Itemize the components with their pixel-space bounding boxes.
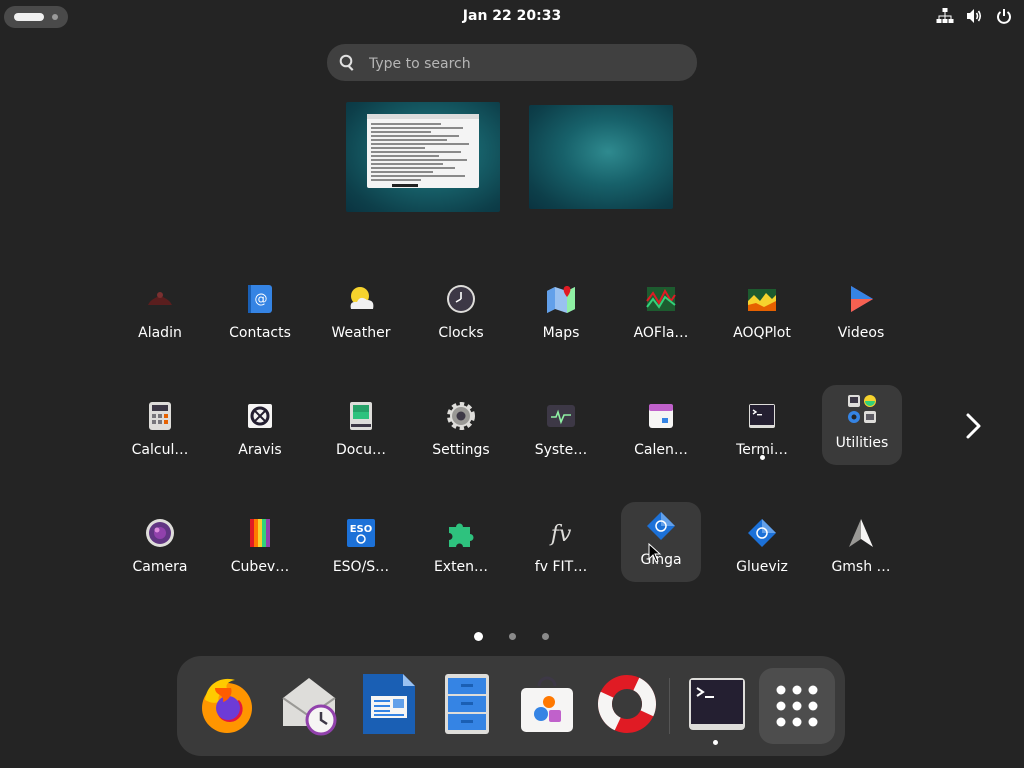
aoflagger-icon — [646, 287, 676, 311]
app-aladin[interactable]: Aladin — [120, 275, 200, 355]
cubeviz-icon — [250, 519, 270, 547]
gmsh-icon — [849, 519, 873, 547]
system-monitor-icon — [547, 405, 575, 427]
help-lifebuoy-icon[interactable] — [595, 672, 659, 736]
app-terminal[interactable]: Termi… — [722, 392, 802, 472]
page-dot-3[interactable] — [542, 633, 549, 640]
search-input[interactable] — [367, 44, 681, 83]
aoqplot-icon — [748, 289, 776, 311]
dock-separator — [669, 678, 670, 734]
calendar-icon — [649, 404, 673, 428]
app-ginga[interactable]: Ginga — [621, 502, 701, 582]
app-system-monitor[interactable]: Syste… — [521, 392, 601, 472]
app-videos[interactable]: Videos — [821, 275, 901, 355]
app-folder-utilities[interactable]: Utilities — [822, 385, 902, 465]
fv-icon: fv — [549, 522, 572, 547]
svg-text:@: @ — [255, 292, 268, 307]
network-icon[interactable] — [936, 7, 954, 25]
page-dot-1[interactable] — [474, 632, 483, 641]
workspace-thumbnail-2[interactable] — [529, 105, 673, 209]
app-calculator[interactable]: Calcul… — [120, 392, 200, 472]
app-cubeviz[interactable]: Cubev… — [220, 509, 300, 589]
aravis-icon — [248, 404, 272, 428]
software-icon[interactable] — [515, 672, 579, 736]
app-settings[interactable]: Settings — [421, 392, 501, 472]
camera-icon — [146, 519, 174, 547]
workspace-thumbnail-1[interactable] — [346, 102, 500, 212]
app-grid-icon — [776, 685, 818, 727]
app-aoflagger[interactable]: AOFla… — [621, 275, 701, 355]
aladin-icon — [148, 292, 172, 305]
volume-icon[interactable] — [966, 7, 984, 25]
contacts-icon: @ — [248, 285, 272, 313]
files-icon[interactable] — [435, 672, 499, 736]
power-icon[interactable] — [996, 8, 1012, 24]
app-aoqplot[interactable]: AOQPlot — [722, 275, 802, 355]
terminal-running-indicator — [760, 455, 765, 460]
dock — [177, 656, 845, 756]
app-document-scanner[interactable]: Docu… — [321, 392, 401, 472]
terminal-window-thumbnail[interactable] — [367, 114, 479, 188]
app-camera[interactable]: Camera — [120, 509, 200, 589]
terminal-dock-running-indicator — [713, 740, 718, 745]
app-gmsh[interactable]: Gmsh … — [821, 509, 901, 589]
app-fv-fits[interactable]: fv fv FIT… — [521, 509, 601, 589]
writer-icon[interactable] — [357, 672, 421, 736]
clocks-icon — [447, 285, 475, 313]
search-bar[interactable] — [327, 44, 697, 83]
svg-text:ESO: ESO — [350, 524, 373, 535]
app-contacts[interactable]: @ Contacts — [220, 275, 300, 355]
app-extensions[interactable]: Exten… — [421, 509, 501, 589]
firefox-icon[interactable] — [195, 672, 259, 736]
settings-gear-icon — [447, 402, 475, 430]
utilities-folder-icon — [848, 395, 876, 423]
ginga-icon — [647, 512, 675, 540]
app-glueviz[interactable]: Glueviz — [722, 509, 802, 589]
clock[interactable]: Jan 22 20:33 — [412, 0, 612, 32]
videos-icon — [851, 286, 873, 312]
eso-icon: ESO — [347, 519, 375, 547]
evolution-icon[interactable] — [277, 672, 341, 736]
system-tray[interactable] — [936, 6, 1012, 26]
top-bar: Jan 22 20:33 — [0, 0, 1024, 32]
document-scanner-icon — [350, 402, 372, 430]
maps-icon — [547, 286, 575, 313]
page-dot-2[interactable] — [509, 633, 516, 640]
activities-button[interactable] — [4, 6, 68, 28]
app-aravis[interactable]: Aravis — [220, 392, 300, 472]
search-icon — [339, 54, 354, 71]
app-weather[interactable]: Weather — [321, 275, 401, 355]
workspace-indicator-active — [14, 13, 44, 21]
terminal-icon — [749, 404, 775, 428]
app-eso-skycat[interactable]: ESO ESO/S… — [321, 509, 401, 589]
mouse-pointer-icon — [648, 543, 662, 563]
weather-icon — [350, 287, 374, 309]
terminal-dock-icon[interactable] — [685, 672, 749, 736]
app-maps[interactable]: Maps — [521, 275, 601, 355]
app-clocks[interactable]: Clocks — [421, 275, 501, 355]
extensions-puzzle-icon — [449, 523, 474, 547]
show-apps-button[interactable] — [759, 668, 835, 744]
next-page-arrow-icon[interactable] — [962, 410, 986, 442]
svg-text:fv: fv — [549, 522, 572, 547]
glueviz-icon — [748, 519, 776, 547]
workspace-indicator-inactive — [52, 14, 58, 20]
page-indicator — [470, 630, 554, 642]
app-calendar[interactable]: Calen… — [621, 392, 701, 472]
calculator-icon — [149, 402, 171, 430]
terminal-cursor-line — [392, 184, 418, 187]
